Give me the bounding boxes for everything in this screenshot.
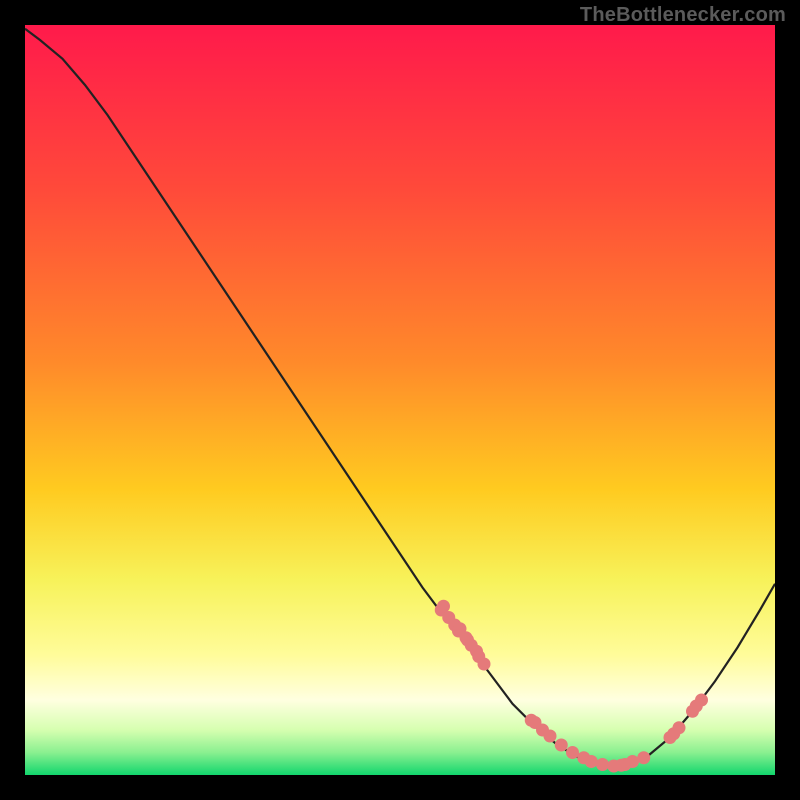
data-point <box>596 758 609 771</box>
data-point <box>673 721 686 734</box>
data-point <box>566 746 579 759</box>
data-point <box>555 739 568 752</box>
data-point <box>585 755 598 768</box>
plot-area <box>25 25 775 775</box>
data-point <box>478 658 491 671</box>
watermark-text: TheBottlenecker.com <box>580 4 786 27</box>
data-point <box>695 694 708 707</box>
gradient-background <box>25 25 775 775</box>
chart-container: TheBottlenecker.com <box>0 0 800 800</box>
data-point <box>544 730 557 743</box>
data-point <box>437 600 450 613</box>
data-point <box>637 751 650 764</box>
chart-svg <box>25 25 775 775</box>
data-point <box>626 755 639 768</box>
